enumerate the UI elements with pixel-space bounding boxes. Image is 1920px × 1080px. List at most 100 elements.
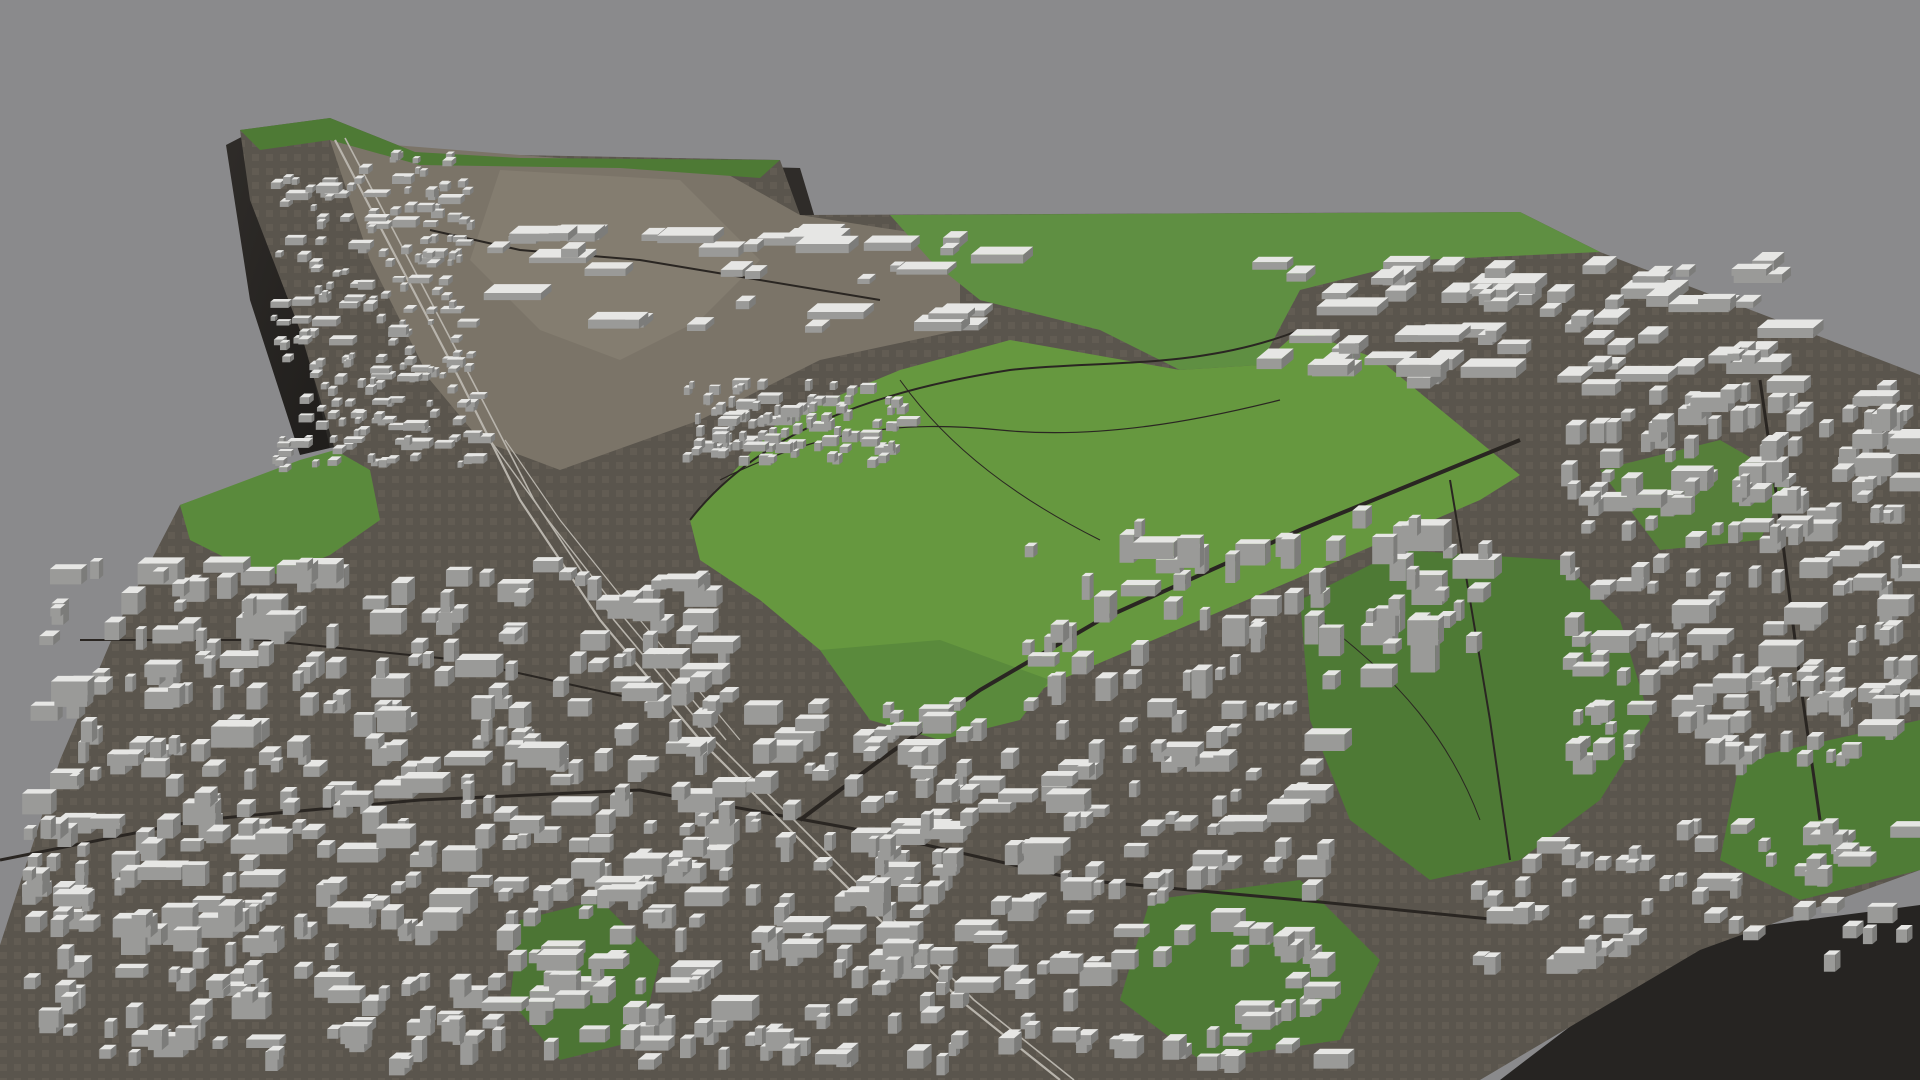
building bbox=[270, 757, 284, 773]
building bbox=[763, 412, 773, 424]
building bbox=[956, 758, 972, 777]
map-viewport[interactable] bbox=[0, 0, 1920, 1080]
building bbox=[1162, 1034, 1187, 1060]
building bbox=[1705, 737, 1726, 765]
building bbox=[1470, 880, 1488, 900]
building bbox=[49, 564, 88, 585]
building bbox=[613, 653, 627, 669]
building bbox=[369, 608, 408, 635]
building bbox=[1212, 795, 1227, 817]
building bbox=[443, 638, 460, 662]
building bbox=[60, 991, 79, 1015]
building bbox=[388, 324, 410, 336]
building bbox=[1767, 391, 1790, 414]
building bbox=[844, 394, 854, 405]
building bbox=[1788, 524, 1804, 546]
building bbox=[750, 818, 762, 832]
building bbox=[353, 712, 377, 737]
building bbox=[258, 641, 275, 667]
building bbox=[1664, 448, 1676, 463]
building bbox=[703, 392, 714, 405]
building bbox=[1121, 1035, 1145, 1059]
building bbox=[1624, 744, 1636, 761]
building bbox=[475, 823, 496, 849]
building bbox=[1671, 494, 1696, 515]
building bbox=[1147, 892, 1159, 906]
building bbox=[1241, 1011, 1276, 1030]
building bbox=[1807, 732, 1825, 750]
building bbox=[507, 949, 528, 972]
building bbox=[1050, 619, 1070, 643]
building bbox=[517, 741, 568, 768]
building bbox=[211, 720, 262, 748]
building bbox=[255, 828, 293, 855]
building bbox=[642, 647, 691, 669]
building bbox=[745, 884, 761, 906]
building bbox=[657, 227, 725, 244]
building bbox=[1590, 630, 1637, 653]
building bbox=[276, 319, 292, 326]
building bbox=[469, 392, 488, 399]
building bbox=[265, 610, 302, 632]
building bbox=[244, 768, 257, 790]
building bbox=[1322, 670, 1341, 690]
building bbox=[1352, 505, 1373, 529]
building bbox=[57, 944, 75, 970]
building bbox=[1093, 879, 1105, 896]
building bbox=[1123, 669, 1143, 689]
building bbox=[928, 307, 975, 320]
building bbox=[1095, 672, 1119, 701]
building bbox=[1215, 666, 1226, 681]
building bbox=[440, 588, 455, 613]
building bbox=[243, 959, 264, 984]
building bbox=[1883, 656, 1899, 679]
building bbox=[1267, 798, 1311, 823]
building bbox=[896, 415, 921, 427]
building bbox=[1678, 711, 1697, 734]
building bbox=[589, 833, 614, 853]
building bbox=[1748, 565, 1762, 588]
building bbox=[1088, 739, 1105, 763]
building bbox=[327, 985, 366, 1004]
building bbox=[930, 946, 958, 965]
building bbox=[1671, 599, 1717, 624]
building bbox=[1740, 518, 1775, 533]
building bbox=[300, 692, 320, 716]
building bbox=[588, 953, 630, 969]
building bbox=[338, 300, 361, 309]
building bbox=[1647, 580, 1659, 594]
building bbox=[1007, 897, 1039, 922]
building bbox=[217, 571, 238, 599]
building bbox=[861, 436, 881, 447]
building bbox=[1222, 1032, 1253, 1046]
building bbox=[1572, 661, 1610, 677]
building bbox=[1224, 1050, 1246, 1074]
building bbox=[392, 276, 406, 283]
building bbox=[397, 372, 423, 382]
building bbox=[809, 401, 818, 413]
building bbox=[325, 656, 347, 679]
building bbox=[1783, 601, 1829, 625]
building bbox=[623, 852, 669, 877]
building bbox=[483, 284, 552, 301]
building bbox=[569, 651, 587, 674]
building bbox=[1108, 878, 1126, 900]
building bbox=[1113, 923, 1150, 938]
building bbox=[869, 877, 891, 903]
building bbox=[622, 1000, 647, 1025]
building bbox=[1819, 419, 1834, 438]
building bbox=[1712, 673, 1753, 694]
building bbox=[826, 451, 839, 463]
building bbox=[1056, 720, 1070, 740]
building bbox=[1283, 700, 1298, 715]
building bbox=[471, 695, 495, 720]
building bbox=[774, 404, 781, 416]
building bbox=[879, 834, 896, 857]
building bbox=[137, 860, 190, 881]
building bbox=[536, 948, 584, 971]
building bbox=[781, 938, 824, 958]
building bbox=[890, 721, 923, 736]
building bbox=[715, 401, 727, 415]
building bbox=[567, 698, 593, 717]
building bbox=[436, 666, 454, 686]
